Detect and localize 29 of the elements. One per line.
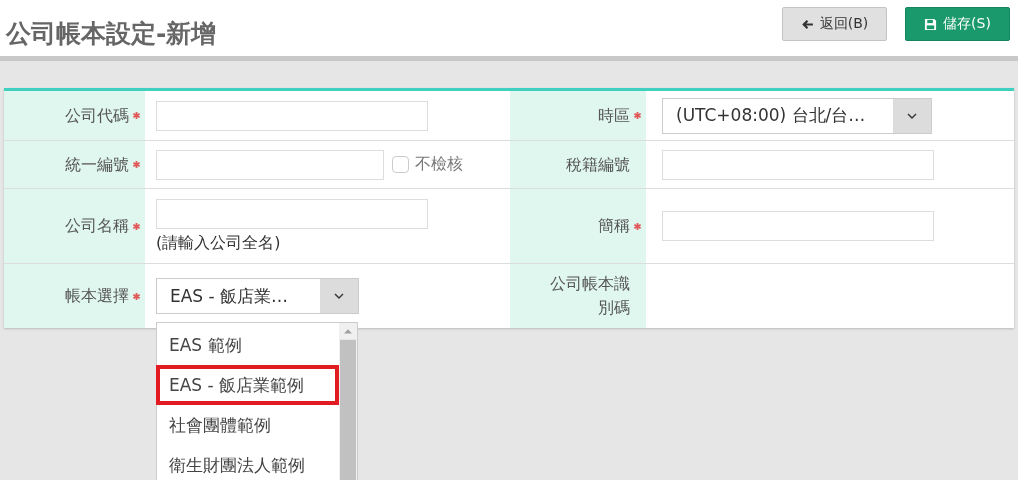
dropdown-option[interactable]: 衛生財團法人範例 <box>156 445 339 480</box>
back-button[interactable]: 返回(B) <box>782 7 887 41</box>
text-field[interactable] <box>662 211 934 241</box>
save-button[interactable]: 儲存(S) <box>905 7 1010 41</box>
field-label: 公司代碼 <box>65 104 129 127</box>
field-label: 公司帳本識別碼 <box>549 273 630 319</box>
field-label: 稅籍編號 <box>566 153 630 176</box>
checkbox[interactable] <box>392 156 409 173</box>
dropdown-option[interactable]: EAS 範例 <box>156 325 339 365</box>
field-label: 公司名稱 <box>65 215 129 237</box>
chevron-down-icon <box>907 112 917 119</box>
dropdown-select[interactable]: EAS - 飯店業… <box>156 278 359 314</box>
page-title: 公司帳本設定-新增 <box>6 18 217 50</box>
text-field[interactable] <box>156 198 428 229</box>
field-label: 時區 <box>598 104 630 127</box>
field-label: 帳本選擇 <box>65 285 129 307</box>
text-field[interactable] <box>156 149 384 180</box>
field-label: 統一編號 <box>65 153 129 176</box>
field-label: 簡稱 <box>598 215 630 237</box>
scrollbar[interactable] <box>339 323 357 480</box>
text-field[interactable] <box>156 100 428 131</box>
field-hint: (請輸入公司全名) <box>156 232 282 254</box>
chevron-down-icon <box>334 293 344 299</box>
checkbox-label: 不檢核 <box>415 154 463 175</box>
arrow-left-icon <box>800 17 814 31</box>
text-field[interactable] <box>662 149 934 180</box>
dropdown-select[interactable]: (UTC+08:00) 台北/台… <box>662 97 932 134</box>
dropdown-option[interactable]: EAS - 飯店業範例 <box>156 365 339 405</box>
dropdown-option[interactable]: 社會團體範例 <box>156 405 339 445</box>
